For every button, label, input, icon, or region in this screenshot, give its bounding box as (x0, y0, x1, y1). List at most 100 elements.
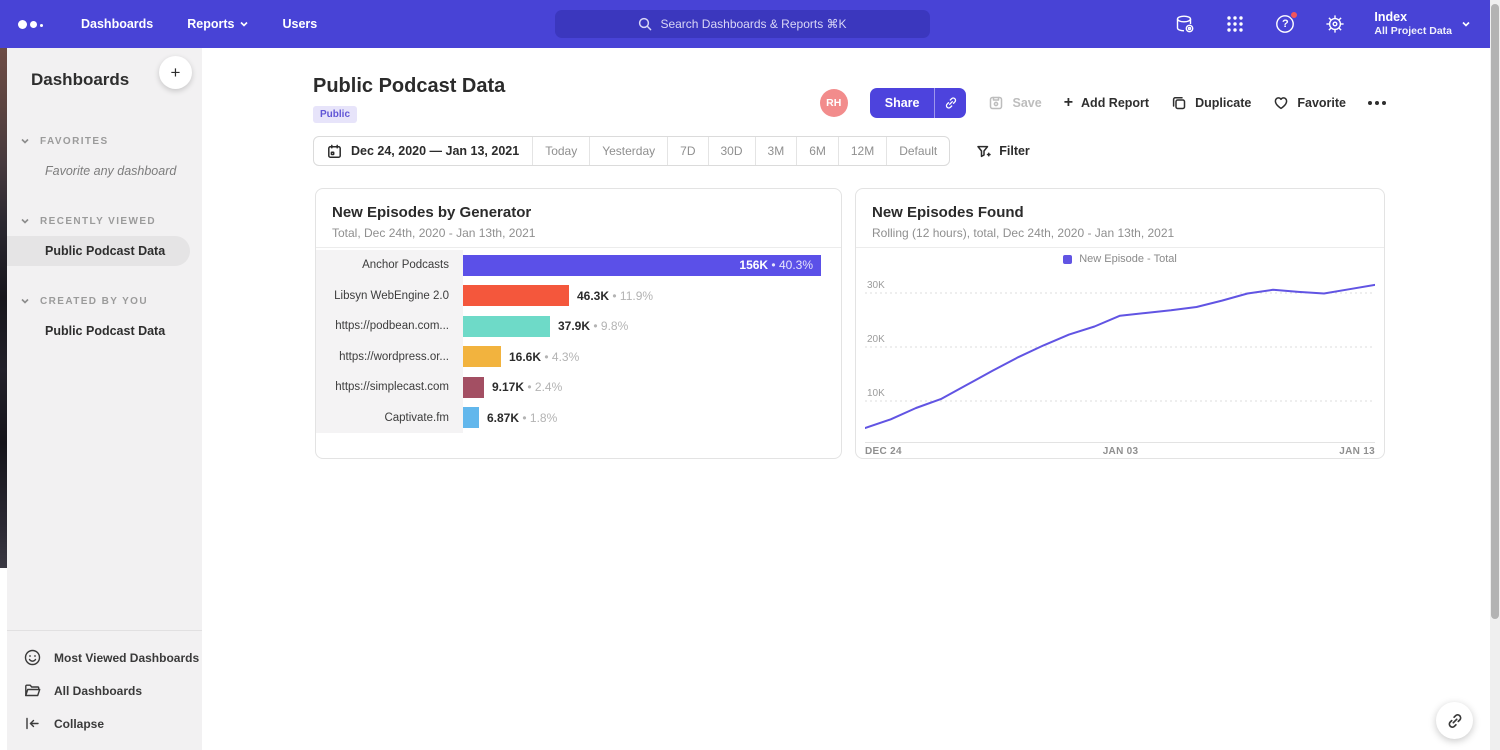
bar[interactable] (463, 377, 484, 398)
line-chart-legend[interactable]: New Episode - Total (856, 253, 1384, 265)
bar-value: 37.9K • 9.8% (558, 319, 628, 333)
page-scrollbar (1490, 0, 1500, 750)
nav-reports-label: Reports (187, 17, 234, 31)
line-chart-plot[interactable]: 30K20K10K (865, 271, 1375, 443)
date-preset-3m[interactable]: 3M (756, 137, 798, 165)
bar[interactable]: 156K • 40.3% (463, 255, 821, 276)
share-button[interactable]: Share (870, 88, 967, 118)
sidebar-item[interactable]: Public Podcast Data (7, 236, 190, 266)
bar-row[interactable]: Anchor Podcasts156K • 40.3% (316, 250, 841, 281)
nav-dashboards[interactable]: Dashboards (81, 17, 153, 31)
bar-row[interactable]: https://wordpress.or...16.6K • 4.3% (316, 342, 841, 373)
bar[interactable] (463, 407, 479, 428)
copy-link-fab[interactable] (1436, 702, 1473, 739)
date-preset-yesterday[interactable]: Yesterday (590, 137, 668, 165)
line-chart-title: New Episodes Found (872, 204, 1368, 221)
save-icon (988, 95, 1004, 111)
bar-row[interactable]: Captivate.fm6.87K • 1.8% (316, 403, 841, 434)
filter-funnel-icon (976, 144, 991, 159)
date-preset-30d[interactable]: 30D (709, 137, 756, 165)
bar-category-label: https://podbean.com... (316, 311, 463, 342)
background-edge-strip (0, 48, 7, 568)
line-chart-header[interactable]: New Episodes Found Rolling (12 hours), t… (856, 189, 1384, 248)
bar-row[interactable]: https://simplecast.com9.17K • 2.4% (316, 372, 841, 403)
smiley-icon (24, 649, 41, 666)
data-management-icon[interactable] (1174, 13, 1196, 35)
save-button[interactable]: Save (988, 95, 1041, 111)
chevron-down-icon (240, 20, 248, 28)
y-axis-tick: 20K (867, 334, 889, 345)
page-title: Public Podcast Data (313, 75, 505, 98)
bar[interactable] (463, 316, 550, 337)
legend-label: New Episode - Total (1079, 253, 1177, 265)
date-preset-today[interactable]: Today (533, 137, 590, 165)
x-axis-ticks: DEC 24JAN 03JAN 13 (865, 446, 1375, 457)
apps-grid-icon[interactable] (1224, 13, 1246, 35)
date-range-picker[interactable]: Dec 24, 2020 — Jan 13, 2021 (314, 137, 533, 165)
search-icon (638, 17, 652, 31)
save-label: Save (1012, 96, 1041, 110)
sidebar-item[interactable]: Public Podcast Data (7, 316, 202, 346)
bar[interactable] (463, 285, 569, 306)
heart-icon (1273, 95, 1289, 111)
sidebar-title: Dashboards (31, 70, 129, 90)
date-preset-12m[interactable]: 12M (839, 137, 887, 165)
add-dashboard-button[interactable]: + (159, 56, 192, 89)
scrollbar-thumb[interactable] (1491, 4, 1499, 619)
add-report-button[interactable]: + Add Report (1064, 95, 1149, 111)
x-axis-tick: JAN 13 (1339, 446, 1375, 457)
filter-label: Filter (999, 144, 1030, 158)
favorite-button[interactable]: Favorite (1273, 95, 1346, 111)
bar-chart-subtitle: Total, Dec 24th, 2020 - Jan 13th, 2021 (332, 226, 825, 240)
mixpanel-logo[interactable] (18, 20, 43, 29)
bar-category-label: Libsyn WebEngine 2.0 (316, 281, 463, 312)
bar[interactable] (463, 346, 501, 367)
date-preset-7d[interactable]: 7D (668, 137, 708, 165)
sidebar-section-header[interactable]: RECENTLY VIEWED (7, 212, 202, 230)
more-options-button[interactable] (1368, 101, 1386, 105)
date-preset-6m[interactable]: 6M (797, 137, 839, 165)
nav-users-label: Users (282, 17, 317, 31)
bar-row[interactable]: https://podbean.com... 37.9K • 9.8% (316, 311, 841, 342)
bar-chart-header[interactable]: New Episodes by Generator Total, Dec 24t… (316, 189, 841, 248)
search-input[interactable]: Search Dashboards & Reports ⌘K (555, 10, 930, 38)
nav-users[interactable]: Users (282, 17, 317, 31)
nav-reports[interactable]: Reports (187, 17, 248, 31)
notification-badge (1290, 11, 1298, 19)
duplicate-button[interactable]: Duplicate (1171, 95, 1251, 111)
help-icon[interactable]: ? (1274, 13, 1296, 35)
link-icon (944, 96, 958, 110)
x-axis-tick: JAN 03 (1103, 446, 1139, 457)
public-badge: Public (313, 106, 357, 123)
toolbar: Dec 24, 2020 — Jan 13, 2021 TodayYesterd… (313, 136, 1030, 166)
line-chart-card: New Episodes Found Rolling (12 hours), t… (855, 188, 1385, 459)
project-selector[interactable]: Index All Project Data (1374, 10, 1470, 39)
nav-right-cluster: ? Index All Project Data (1174, 0, 1470, 48)
share-link-button[interactable] (934, 88, 966, 118)
bar-value: 46.3K • 11.9% (577, 289, 653, 303)
duplicate-label: Duplicate (1195, 96, 1251, 110)
y-axis-tick: 10K (867, 388, 889, 399)
sidebar-section-header[interactable]: FAVORITES (7, 132, 202, 150)
project-name: Index (1374, 10, 1452, 26)
all-dashboards-item[interactable]: All Dashboards (7, 674, 202, 707)
collapse-sidebar-item[interactable]: Collapse (7, 707, 202, 740)
settings-gear-icon[interactable] (1324, 13, 1346, 35)
bar-value: 6.87K • 1.8% (487, 411, 557, 425)
date-preset-default[interactable]: Default (887, 137, 949, 165)
calendar-icon (327, 144, 342, 159)
filter-button[interactable]: Filter (976, 144, 1030, 159)
sidebar-section-header[interactable]: CREATED BY YOU (7, 292, 202, 310)
sidebar-item[interactable]: Favorite any dashboard (7, 156, 202, 186)
app-window: Dashboards Reports Users Search Dashboar… (0, 0, 1500, 750)
link-icon (1446, 712, 1464, 730)
collapse-label: Collapse (54, 717, 104, 731)
bar-row[interactable]: Libsyn WebEngine 2.0 46.3K • 11.9% (316, 281, 841, 312)
sidebar-sections: FAVORITES Favorite any dashboard RECENTLY … (7, 106, 202, 346)
add-report-label: Add Report (1081, 96, 1149, 110)
favorite-label: Favorite (1297, 96, 1346, 110)
chevron-down-icon (21, 297, 29, 305)
avatar[interactable]: RH (820, 89, 848, 117)
all-dashboards-label: All Dashboards (54, 684, 142, 698)
most-viewed-dashboards-item[interactable]: Most Viewed Dashboards (7, 641, 202, 674)
